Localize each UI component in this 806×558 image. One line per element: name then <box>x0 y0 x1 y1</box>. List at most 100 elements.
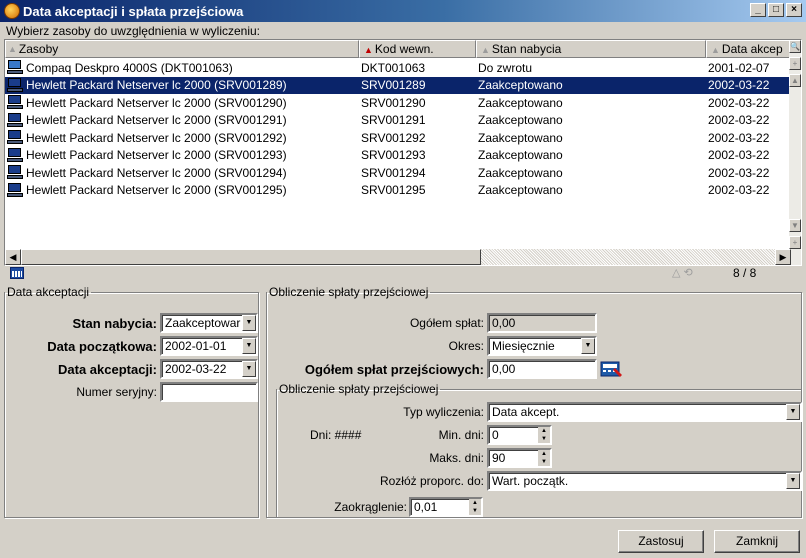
sort-indicator-icon: ▲ <box>481 45 490 55</box>
interim-calc-group-title: Obliczenie spłaty przejściowej <box>279 382 439 396</box>
max-days-label: Maks. dni: <box>429 451 484 465</box>
chevron-down-icon[interactable]: ▼ <box>242 361 256 377</box>
close-window-button[interactable]: × <box>786 3 802 17</box>
table-icon[interactable] <box>10 267 24 279</box>
table-row[interactable]: Hewlett Packard Netserver lc 2000 (SRV00… <box>5 182 791 200</box>
column-chooser-icon[interactable]: 🔍 <box>789 40 801 53</box>
acquisition-status-select[interactable]: Zaakceptowar ▼ <box>160 313 258 333</box>
record-count: 8 / 8 <box>733 266 757 280</box>
asset-name: Hewlett Packard Netserver lc 2000 (SRV00… <box>26 113 287 128</box>
instruction-label: Wybierz zasoby do uwzględnienia w wylicz… <box>6 24 261 38</box>
code-cell: SRV001295 <box>361 183 426 198</box>
calculator-icon[interactable] <box>600 360 624 378</box>
chevron-down-icon[interactable]: ▼ <box>786 473 800 489</box>
sort-indicator-icon: ▲ <box>711 45 720 55</box>
date-cell: 2002-03-22 <box>708 95 770 110</box>
asset-name: Hewlett Packard Netserver lc 2000 (SRV00… <box>26 78 287 93</box>
app-icon <box>4 3 20 19</box>
chevron-down-icon[interactable]: ▼ <box>786 404 800 420</box>
repayment-group-title: Obliczenie spłaty przejściowej <box>269 285 429 299</box>
horizontal-scrollbar[interactable]: ◀ ▶ <box>5 249 791 265</box>
asset-name: Hewlett Packard Netserver lc 2000 (SRV00… <box>26 95 287 110</box>
max-days-input[interactable]: 90 ▲ ▼ <box>487 448 552 468</box>
code-cell: SRV001289 <box>361 78 426 93</box>
chevron-down-icon[interactable]: ▼ <box>242 338 256 354</box>
collapse-icon[interactable]: + <box>789 236 801 249</box>
navigation-icons[interactable]: △ ⟲ <box>672 266 693 279</box>
vertical-scrollbar[interactable]: 🔍 + ▲ ▼ + <box>789 40 801 265</box>
window-title: Data akceptacji i spłata przejściowa <box>23 3 244 19</box>
status-cell: Zaakceptowano <box>478 113 563 128</box>
start-date-label: Data początkowa: <box>47 339 157 354</box>
asset-cell: Hewlett Packard Netserver lc 2000 (SRV00… <box>5 130 357 145</box>
list-status-bar: △ ⟲ 8 / 8 <box>4 266 802 282</box>
chevron-down-icon[interactable]: ▼ <box>581 338 595 354</box>
column-header-date[interactable]: ▲ Data akcep <box>706 40 791 58</box>
scroll-down-button[interactable]: ▼ <box>789 219 801 232</box>
spinner-icon[interactable]: ▲ ▼ <box>469 499 481 515</box>
code-cell: SRV001293 <box>361 148 426 163</box>
table-row[interactable]: Hewlett Packard Netserver lc 2000 (SRV00… <box>5 112 791 130</box>
code-cell: SRV001294 <box>361 165 426 180</box>
column-header-assets[interactable]: ▲ Zasoby <box>5 40 359 58</box>
maximize-button[interactable]: □ <box>768 3 784 17</box>
table-row[interactable]: Hewlett Packard Netserver lc 2000 (SRV00… <box>5 94 791 112</box>
status-cell: Zaakceptowano <box>478 95 563 110</box>
assets-list[interactable]: ▲ Zasoby ▲ Kod wewn. ▲ Stan nabycia ▲ Data a… <box>4 39 802 266</box>
server-icon <box>7 95 23 110</box>
spread-label: Rozłóż proporc. do: <box>379 474 484 488</box>
table-row[interactable]: Hewlett Packard Netserver lc 2000 (SRV00… <box>5 147 791 165</box>
column-header-code[interactable]: ▲ Kod wewn. <box>359 40 476 58</box>
title-bar: Data akceptacji i spłata przejściowa _ □… <box>0 0 806 22</box>
date-cell: 2002-03-22 <box>708 113 770 128</box>
period-select[interactable]: Miesięcznie ▼ <box>487 336 597 356</box>
serial-number-input[interactable] <box>160 382 258 402</box>
acceptance-group-title: Data akceptacji <box>7 285 90 299</box>
code-cell: SRV001291 <box>361 113 426 128</box>
start-date-field[interactable]: 2002-01-01 ▼ <box>160 336 258 356</box>
calc-type-select[interactable]: Data akcept. ▼ <box>487 402 802 422</box>
rounding-input[interactable]: 0,01 ▲ ▼ <box>409 497 483 517</box>
calc-type-label: Typ wyliczenia: <box>403 405 484 419</box>
rounding-label: Zaokrąglenie: <box>334 500 407 514</box>
sort-indicator-icon: ▲ <box>8 44 17 54</box>
list-header: ▲ Zasoby ▲ Kod wewn. ▲ Stan nabycia ▲ Data a… <box>5 40 791 58</box>
asset-name: Hewlett Packard Netserver lc 2000 (SRV00… <box>26 183 287 198</box>
date-cell: 2002-03-22 <box>708 148 770 163</box>
column-header-status[interactable]: ▲ Stan nabycia <box>476 40 706 58</box>
asset-name: Hewlett Packard Netserver lc 2000 (SRV00… <box>26 130 287 145</box>
scroll-up-button[interactable]: ▲ <box>789 74 801 87</box>
expand-icon[interactable]: + <box>789 57 801 70</box>
scroll-thumb[interactable] <box>21 249 481 265</box>
total-payments-value: 0,00 <box>487 313 597 333</box>
acceptance-date-field[interactable]: 2002-03-22 ▼ <box>160 359 258 379</box>
chevron-down-icon[interactable]: ▼ <box>242 315 256 331</box>
asset-cell: Hewlett Packard Netserver lc 2000 (SRV00… <box>5 147 357 163</box>
min-days-label: Min. dni: <box>438 428 484 442</box>
status-cell: Zaakceptowano <box>478 165 563 180</box>
acceptance-date-label: Data akceptacji: <box>58 362 157 377</box>
interim-payments-input[interactable]: 0,00 <box>487 359 597 379</box>
table-row[interactable]: Hewlett Packard Netserver lc 2000 (SRV00… <box>5 76 791 94</box>
serial-number-label: Numer seryjny: <box>76 385 157 399</box>
table-row[interactable]: Hewlett Packard Netserver lc 2000 (SRV00… <box>5 129 791 147</box>
table-row[interactable]: Compaq Deskpro 4000S (DKT001063) DKT00106… <box>5 59 791 77</box>
server-icon <box>7 165 23 180</box>
apply-button[interactable]: Zastosuj <box>618 530 704 553</box>
asset-cell: Hewlett Packard Netserver lc 2000 (SRV00… <box>5 182 357 198</box>
code-cell: DKT001063 <box>361 60 426 75</box>
close-button[interactable]: Zamknij <box>714 530 800 553</box>
table-row[interactable]: Hewlett Packard Netserver lc 2000 (SRV00… <box>5 164 791 182</box>
scroll-right-button[interactable]: ▶ <box>775 249 791 265</box>
code-cell: SRV001290 <box>361 95 426 110</box>
total-payments-label: Ogółem spłat: <box>409 316 484 330</box>
min-days-input[interactable]: 0 ▲ ▼ <box>487 425 552 445</box>
minimize-button[interactable]: _ <box>750 3 766 17</box>
acquisition-status-label: Stan nabycia: <box>72 316 157 331</box>
spinner-icon[interactable]: ▲ ▼ <box>538 427 550 443</box>
spread-select[interactable]: Wart. początk. ▼ <box>487 471 802 491</box>
date-cell: 2002-03-22 <box>708 165 770 180</box>
spinner-icon[interactable]: ▲ ▼ <box>538 450 550 466</box>
scroll-left-button[interactable]: ◀ <box>5 249 21 265</box>
days-label: Dni: #### <box>310 428 362 442</box>
